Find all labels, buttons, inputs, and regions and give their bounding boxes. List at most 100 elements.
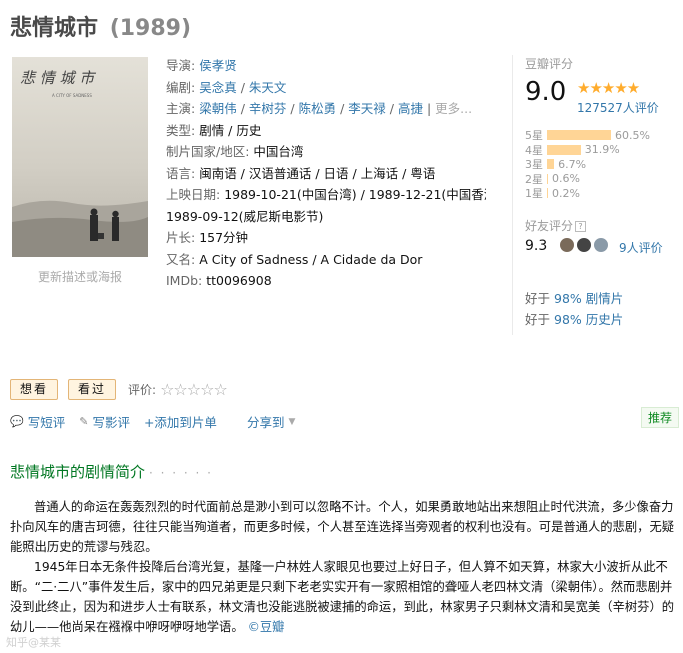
better-genre-link[interactable]: 历史片 xyxy=(586,312,624,327)
rating-distribution: 5星 60.5% 4星 31.9% 3星 6.7% 2星 0.6% 1星 0.2% xyxy=(525,128,675,201)
rating-score: 9.0 xyxy=(525,77,567,107)
rating-votes-link[interactable]: 127527人评价 xyxy=(577,99,659,116)
rating-dist-bar xyxy=(547,144,581,155)
rating-dist-bar xyxy=(547,159,555,170)
rate-stars-icon[interactable]: ☆☆☆☆☆ xyxy=(160,380,228,399)
better-pct-link[interactable]: 98% xyxy=(554,312,582,327)
better-than-row: 好于 98% 历史片 xyxy=(525,312,624,327)
rating-dist-label: 1星 xyxy=(525,187,543,201)
want-to-watch-button[interactable]: 想看 xyxy=(10,379,59,400)
friend-score: 9.3 xyxy=(525,238,548,254)
share-dropdown[interactable]: 分享到 ▼ xyxy=(247,412,295,431)
rating-dist-row: 4星 31.9% xyxy=(525,143,675,158)
runtime-label: 片长: xyxy=(166,230,196,245)
douban-rating-label: 豆瓣评分 xyxy=(525,57,574,71)
imdb-row: IMDb: tt0096908 xyxy=(166,270,486,292)
rating-dist-pct: 0.2% xyxy=(552,186,580,200)
rate-label: 评价: xyxy=(128,383,157,397)
aka-row: 又名: A City of Sadness / A Cidade da Dor xyxy=(166,249,486,271)
genre-label: 类型: xyxy=(166,122,196,138)
cast-row: 主演: 梁朝伟 / 辛树芬 / 陈松勇 / 李天禄 / 高捷 | 更多... xyxy=(166,101,473,116)
watched-button[interactable]: 看过 xyxy=(68,379,117,400)
movie-year: (1989) xyxy=(109,16,192,41)
region-value: 中国台湾 xyxy=(253,144,304,159)
genre-row: 类型: 剧情 / 历史 xyxy=(166,120,486,142)
synopsis-paragraph: 1945年日本无条件投降后台湾光复，基隆一户林姓人家眼见也要过上好日子，但人算不… xyxy=(10,560,675,634)
friend-avatars[interactable] xyxy=(559,237,610,253)
write-review-link[interactable]: ✎ 写影评 xyxy=(79,412,130,431)
release-row: 上映日期: 1989-10-21(中国台湾) / 1989-12-21(中国香港… xyxy=(166,184,486,206)
avatar[interactable] xyxy=(559,237,575,253)
writer-link[interactable]: 朱天文 xyxy=(249,80,287,95)
runtime-row: 片长: 157分钟 xyxy=(166,227,486,249)
rating-dist-pct: 60.5% xyxy=(615,128,650,142)
rating-panel: 豆瓣评分 9.0 ★★★★★ 127527人评价 5星 60.5% 4星 31.9% 3… xyxy=(512,55,677,335)
rating-dist-row: 5星 60.5% xyxy=(525,128,675,143)
watermark: 知乎@某某 xyxy=(6,636,61,649)
cast-link[interactable]: 陈松勇 xyxy=(299,101,337,116)
avatar[interactable] xyxy=(576,237,592,253)
better-pct-link[interactable]: 98% xyxy=(554,291,582,306)
svg-text:A CITY OF SADNESS: A CITY OF SADNESS xyxy=(52,93,92,98)
rating-dist-pct: 6.7% xyxy=(558,157,587,171)
rating-dist-row: 2星 0.6% xyxy=(525,172,675,187)
rating-dist-bar xyxy=(547,188,548,199)
writer-link[interactable]: 吴念真 xyxy=(199,80,237,95)
comment-icon: 💬 xyxy=(10,415,24,428)
write-short-review-link[interactable]: 💬 写短评 xyxy=(10,412,65,431)
cast-label: 主演: xyxy=(166,101,196,116)
page-title: 悲情城市 (1989) xyxy=(10,10,191,42)
cast-link[interactable]: 李天禄 xyxy=(348,101,386,116)
rating-dist-pct: 31.9% xyxy=(584,143,620,157)
imdb-label: IMDb: xyxy=(166,273,203,288)
movie-poster[interactable]: 悲 情 城 市 A CITY OF SADNESS xyxy=(12,57,148,257)
release-value: 1989-10-21(中国台湾) / 1989-12-21(中国香港) / xyxy=(224,187,486,202)
poster-image: 悲 情 城 市 A CITY OF SADNESS xyxy=(12,57,148,257)
rating-stars-icon: ★★★★★ xyxy=(577,79,640,97)
cast-link[interactable]: 高捷 xyxy=(398,101,423,116)
director-link[interactable]: 侯孝贤 xyxy=(199,58,237,73)
cast-more-link[interactable]: 更多... xyxy=(435,101,472,116)
genre-value: 剧情 / 历史 xyxy=(199,122,262,138)
language-label: 语言: xyxy=(166,165,196,181)
director-label: 导演: xyxy=(166,58,196,73)
rating-dist-pct: 0.6% xyxy=(552,172,580,186)
release-value-2: 1989-09-12(威尼斯电影节) xyxy=(166,208,324,224)
writer-label: 编剧: xyxy=(166,79,196,95)
runtime-value: 157分钟 xyxy=(199,230,249,245)
douban-credit-link[interactable]: ©豆瓣 xyxy=(248,620,285,634)
better-than-row: 好于 98% 剧情片 xyxy=(525,291,624,306)
synopsis-heading: 悲情城市的剧情简介 · · · · · · xyxy=(10,463,213,481)
rating-dist-bar xyxy=(547,130,611,141)
region-label: 制片国家/地区: xyxy=(166,144,250,159)
friend-rating-label: 好友评分? xyxy=(525,217,587,234)
recommend-button[interactable]: 推荐 xyxy=(641,407,680,428)
aka-label: 又名: xyxy=(166,251,196,267)
movie-title: 悲情城市 xyxy=(10,16,99,41)
help-icon[interactable]: ? xyxy=(575,221,587,232)
cast-link[interactable]: 辛树芬 xyxy=(249,101,287,116)
synopsis-paragraph: 普通人的命运在轰轰烈烈的时代面前总是渺小到可以忽略不计。个人，如果勇敢地站出来想… xyxy=(10,500,675,554)
rating-dist-bar xyxy=(547,173,548,184)
imdb-value: tt0096908 xyxy=(206,273,272,288)
better-genre-link[interactable]: 剧情片 xyxy=(586,291,624,306)
rating-dist-row: 1星 0.2% xyxy=(525,186,675,201)
avatar[interactable] xyxy=(593,237,609,253)
aka-value: A City of Sadness / A Cidade da Dor xyxy=(199,251,423,267)
release-row-2: 1989-09-12(威尼斯电影节) xyxy=(166,206,486,228)
link-bar: 💬 写短评 ✎ 写影评 +添加到片单 分享到 ▼ xyxy=(10,412,309,431)
pencil-icon: ✎ xyxy=(79,415,89,428)
writer-row: 编剧: 吴念真 / 朱天文 xyxy=(166,79,287,95)
director-row: 导演: 侯孝贤 xyxy=(166,55,486,77)
region-row: 制片国家/地区: 中国台湾 xyxy=(166,141,486,163)
movie-info: 导演: 侯孝贤 编剧: 吴念真 / 朱天文 主演: 梁朝伟 / 辛树芬 / 陈松… xyxy=(166,55,486,292)
chevron-down-icon: ▼ xyxy=(288,416,296,427)
language-row: 语言: 闽南语 / 汉语普通话 / 日语 / 上海话 / 粤语 xyxy=(166,163,486,185)
cast-link[interactable]: 梁朝伟 xyxy=(199,101,237,116)
svg-text:悲 情 城 市: 悲 情 城 市 xyxy=(20,69,96,87)
release-label: 上映日期: xyxy=(166,187,221,202)
action-bar: 想看 看过 评价: ☆☆☆☆☆ xyxy=(10,379,228,400)
update-poster-link[interactable]: 更新描述或海报 xyxy=(12,268,148,285)
add-to-list-link[interactable]: +添加到片单 xyxy=(144,412,217,431)
friend-count-link[interactable]: 9人评价 xyxy=(619,239,663,256)
